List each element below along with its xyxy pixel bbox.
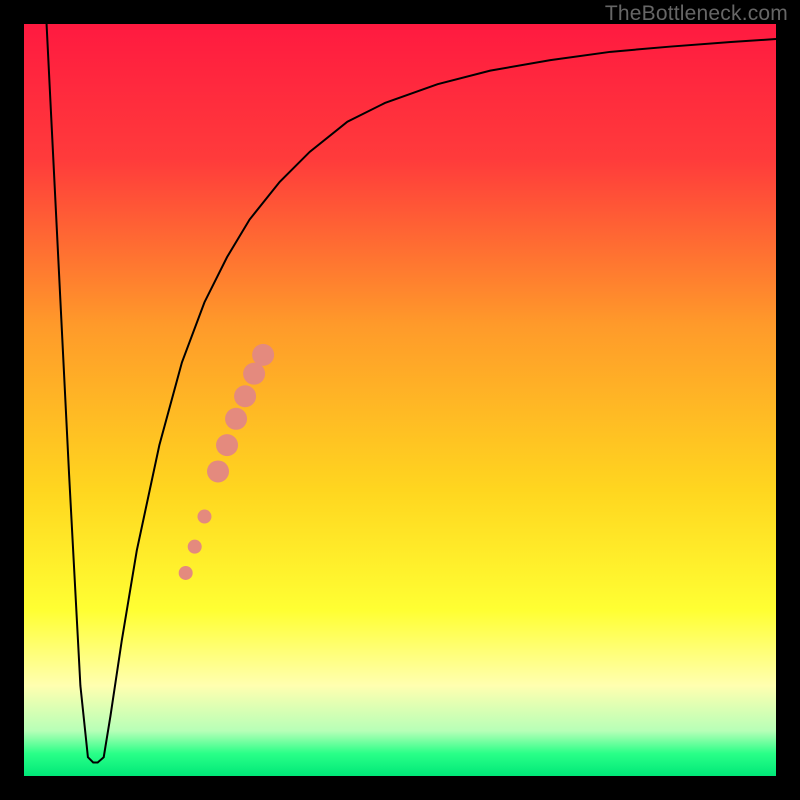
highlight-point — [207, 460, 229, 482]
highlight-point — [225, 408, 247, 430]
chart-background — [24, 24, 776, 776]
bottleneck-chart — [24, 24, 776, 776]
highlight-point — [252, 344, 274, 366]
chart-frame: TheBottleneck.com — [0, 0, 800, 800]
highlight-point — [243, 363, 265, 385]
highlight-point — [197, 510, 211, 524]
highlight-point — [234, 385, 256, 407]
highlight-point — [216, 434, 238, 456]
highlight-point — [188, 540, 202, 554]
watermark-text: TheBottleneck.com — [605, 2, 788, 26]
highlight-point — [179, 566, 193, 580]
